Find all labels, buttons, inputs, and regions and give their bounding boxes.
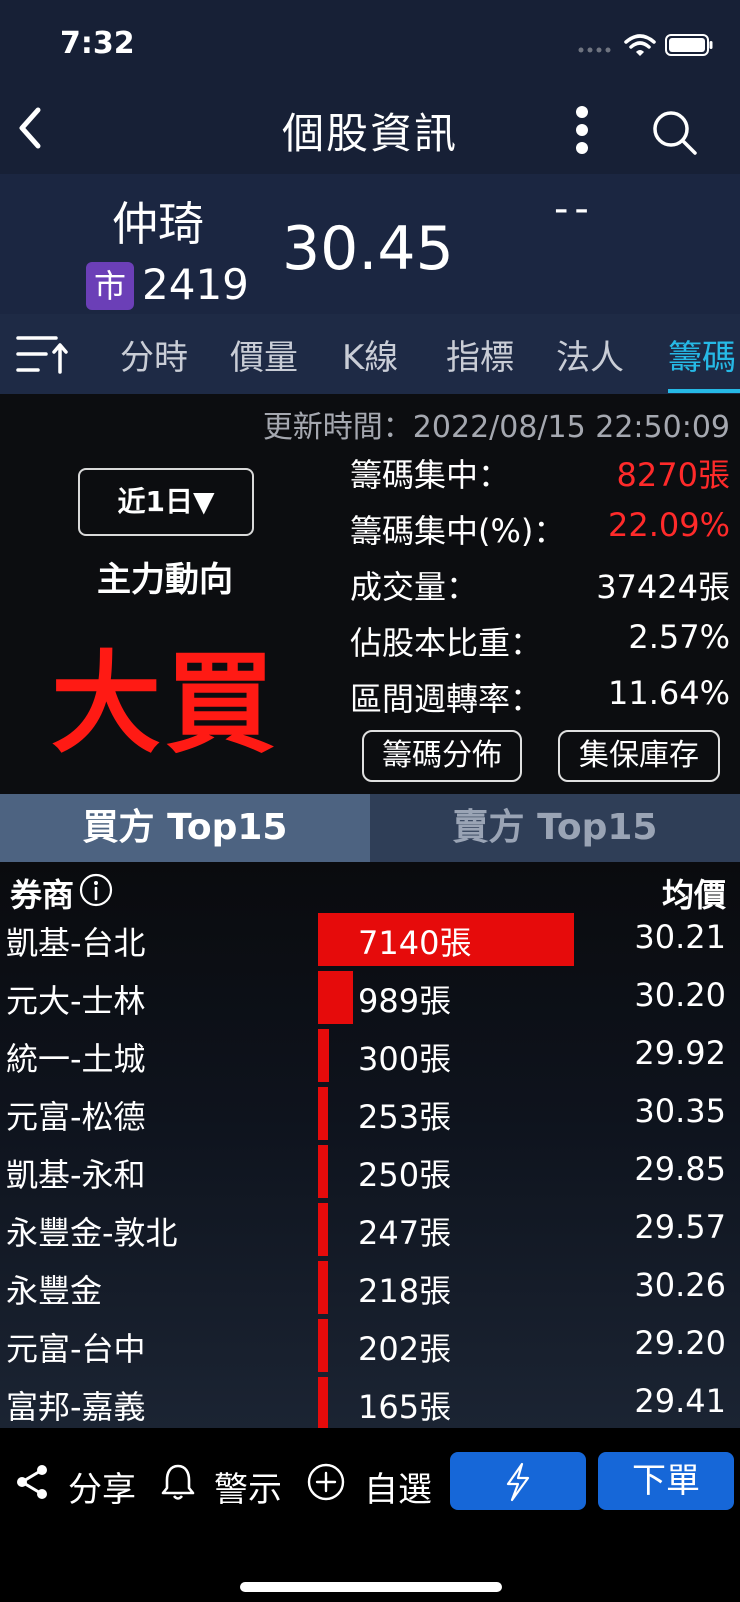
stat-label: 區間週轉率：: [350, 680, 543, 718]
bell-icon[interactable]: [158, 1462, 198, 1502]
broker-volume: 7140張: [358, 924, 472, 962]
broker-name: 元富-台中: [6, 1330, 146, 1368]
broker-avg-price: 30.20: [634, 976, 726, 1014]
broker-volume: 247張: [358, 1214, 452, 1252]
table-row[interactable]: 凱基-永和 250張 29.85: [0, 1142, 740, 1201]
broker-volume: 218張: [358, 1272, 452, 1310]
battery-icon: [665, 34, 713, 56]
volume-bar: [318, 1087, 328, 1140]
tab-price-volume[interactable]: 價量: [230, 330, 298, 379]
broker-name: 富邦-嘉義: [6, 1388, 146, 1426]
update-time: 更新時間：2022/08/15 22:50:09: [262, 410, 730, 445]
volume-bar: [318, 1029, 329, 1082]
stat-value: 11.64%: [607, 674, 730, 712]
market-badge: 市: [86, 262, 134, 310]
status-time: 7:32: [60, 26, 135, 61]
watchlist-label[interactable]: 自選: [364, 1462, 432, 1511]
table-row[interactable]: 元大-士林 989張 30.20: [0, 968, 740, 1027]
broker-avg-price: 29.20: [634, 1324, 726, 1362]
broker-avg-price: 30.21: [634, 918, 726, 956]
stock-code: 2419: [142, 260, 249, 309]
broker-name: 永豐金: [6, 1272, 103, 1310]
stat-label: 佔股本比重：: [350, 624, 543, 662]
table-row[interactable]: 富邦-嘉義 165張 29.41: [0, 1374, 740, 1428]
broker-volume: 250張: [358, 1156, 452, 1194]
column-header-broker: 券商: [10, 876, 75, 914]
page-title: 個股資訊: [281, 109, 458, 158]
share-icon[interactable]: [12, 1462, 52, 1502]
tab-chips[interactable]: 籌碼: [668, 330, 736, 379]
info-icon[interactable]: [78, 872, 114, 908]
broker-avg-price: 29.85: [634, 1150, 726, 1188]
broker-volume: 253張: [358, 1098, 452, 1136]
broker-avg-price: 30.35: [634, 1092, 726, 1130]
broker-name: 永豐金-敦北: [6, 1214, 178, 1252]
chip-distribution-button[interactable]: 籌碼分佈: [362, 730, 522, 782]
quick-order-button[interactable]: [450, 1452, 586, 1510]
volume-bar: [318, 1377, 328, 1428]
table-row[interactable]: 統一-土城 300張 29.92: [0, 1026, 740, 1085]
tab-kline[interactable]: K線: [342, 330, 398, 379]
tab-fenshi[interactable]: 分時: [120, 330, 188, 379]
lightning-icon: [506, 1462, 530, 1502]
broker-name: 元大-士林: [6, 982, 146, 1020]
main-force-label: 主力動向: [97, 560, 233, 600]
cellular-signal-icon: [578, 47, 611, 53]
stock-name: 仲琦: [112, 197, 204, 251]
depository-stock-button[interactable]: 集保庫存: [558, 730, 720, 782]
broker-volume: 300張: [358, 1040, 452, 1078]
sell-top15-tab[interactable]: 賣方 Top15: [370, 794, 740, 862]
stat-value: 22.09%: [607, 506, 730, 544]
wifi-icon: [624, 34, 656, 56]
tab-indicators[interactable]: 指標: [446, 330, 514, 379]
column-header-avg-price: 均價: [661, 876, 726, 914]
volume-bar: [318, 1261, 328, 1314]
broker-avg-price: 29.41: [634, 1382, 726, 1420]
volume-bar: [318, 1319, 328, 1372]
period-dropdown[interactable]: 近1日▼: [78, 468, 254, 536]
volume-bar: [318, 1145, 328, 1198]
broker-volume: 202張: [358, 1330, 452, 1368]
stat-value: 8270張: [616, 456, 730, 494]
volume-bar: [318, 1203, 328, 1256]
table-row[interactable]: 永豐金 218張 30.26: [0, 1258, 740, 1317]
stock-price: 30.45: [282, 214, 454, 284]
broker-name: 凱基-永和: [6, 1156, 146, 1194]
alert-label[interactable]: 警示: [214, 1462, 282, 1511]
broker-name: 元富-松德: [6, 1098, 146, 1136]
table-row[interactable]: 元富-台中 202張 29.20: [0, 1316, 740, 1375]
broker-avg-price: 29.57: [634, 1208, 726, 1246]
table-row[interactable]: 凱基-台北 7140張 30.21: [0, 910, 740, 969]
sort-menu-icon[interactable]: [16, 332, 68, 376]
active-tab-indicator: [668, 389, 740, 393]
stat-label: 籌碼集中：: [350, 456, 511, 494]
broker-volume: 165張: [358, 1388, 452, 1426]
table-row[interactable]: 元富-松德 253張 30.35: [0, 1084, 740, 1143]
stat-label: 籌碼集中(%)：: [350, 512, 566, 550]
broker-avg-price: 29.92: [634, 1034, 726, 1072]
table-row[interactable]: 永豐金-敦北 247張 29.57: [0, 1200, 740, 1259]
home-indicator: [240, 1582, 502, 1592]
broker-name: 統一-土城: [6, 1040, 146, 1078]
main-force-value: 大買: [51, 640, 279, 768]
stat-label: 成交量：: [350, 568, 479, 606]
search-icon[interactable]: [650, 108, 698, 156]
add-circle-icon[interactable]: [306, 1462, 346, 1502]
broker-name: 凱基-台北: [6, 924, 146, 962]
volume-bar: [318, 971, 353, 1024]
stat-value: 2.57%: [628, 618, 730, 656]
stock-change: --: [554, 186, 595, 232]
more-options-icon[interactable]: [572, 104, 592, 156]
tab-institutional[interactable]: 法人: [556, 330, 624, 379]
buy-top15-tab[interactable]: 買方 Top15: [0, 794, 370, 862]
share-label[interactable]: 分享: [68, 1462, 136, 1511]
place-order-button[interactable]: 下單: [598, 1452, 734, 1510]
stat-value: 37424張: [596, 568, 730, 606]
broker-volume: 989張: [358, 982, 452, 1020]
broker-avg-price: 30.26: [634, 1266, 726, 1304]
broker-list[interactable]: 凱基-台北 7140張 30.21 元大-士林 989張 30.20 統一-土城…: [0, 862, 740, 1428]
